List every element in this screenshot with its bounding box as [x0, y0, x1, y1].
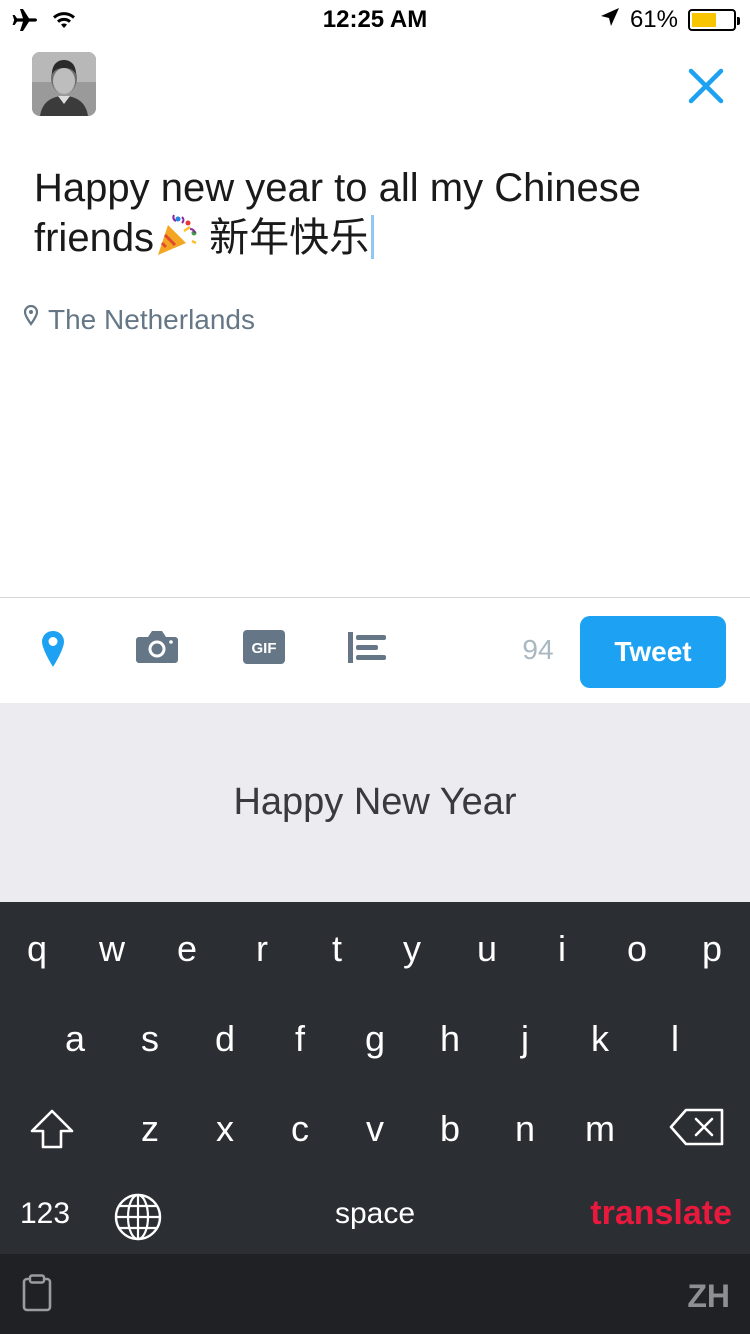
key-t[interactable]: t: [307, 927, 367, 971]
camera-icon[interactable]: [135, 629, 179, 670]
key-s[interactable]: s: [120, 1017, 180, 1061]
numbers-key[interactable]: 123: [20, 1197, 70, 1231]
character-count: 94: [522, 634, 554, 665]
translate-key[interactable]: translate: [590, 1194, 732, 1233]
keyboard-bottom-bar: ZH: [0, 1254, 750, 1334]
tweet-text-chinese: 新年快乐: [198, 216, 370, 260]
gif-label: GIF: [252, 640, 277, 657]
globe-icon: [114, 1193, 162, 1241]
keyboard: q w e r t y u i o p a s d f g h j k l z …: [0, 902, 750, 1254]
close-button[interactable]: [682, 62, 730, 110]
compose-toolbar: GIF 94 Tweet: [0, 597, 750, 703]
key-d[interactable]: d: [195, 1017, 255, 1061]
key-g[interactable]: g: [345, 1017, 405, 1061]
key-y[interactable]: y: [382, 927, 442, 971]
key-j[interactable]: j: [495, 1017, 555, 1061]
language-label[interactable]: ZH: [687, 1278, 730, 1315]
tweet-button[interactable]: Tweet: [580, 616, 726, 688]
text-cursor: [371, 215, 375, 259]
close-icon: [688, 68, 724, 104]
location-label: The Netherlands: [48, 304, 256, 335]
key-v[interactable]: v: [345, 1107, 405, 1151]
key-z[interactable]: z: [120, 1107, 180, 1151]
key-a[interactable]: a: [45, 1017, 105, 1061]
key-p[interactable]: p: [682, 927, 742, 971]
suggestion-item[interactable]: Happy New Year: [0, 781, 750, 824]
keyboard-suggestion-bar: Happy New Year: [0, 703, 750, 902]
poll-icon[interactable]: [346, 629, 390, 670]
status-right: 61%: [600, 6, 740, 34]
key-n[interactable]: n: [495, 1107, 555, 1151]
tweet-text-line-2: friends 新年快乐: [34, 213, 714, 269]
battery-cap: [737, 17, 740, 25]
key-u[interactable]: u: [457, 927, 517, 971]
key-b[interactable]: b: [420, 1107, 480, 1151]
tweet-text-word: friends: [34, 216, 155, 260]
key-o[interactable]: o: [607, 927, 667, 971]
key-f[interactable]: f: [270, 1017, 330, 1061]
key-e[interactable]: e: [157, 927, 217, 971]
key-w[interactable]: w: [82, 927, 142, 971]
location-tag[interactable]: The Netherlands: [23, 304, 256, 336]
gif-icon[interactable]: GIF: [242, 629, 286, 670]
status-bar: 12:25 AM 61%: [0, 0, 750, 40]
shift-icon: [30, 1109, 74, 1149]
shift-key[interactable]: [22, 1107, 82, 1161]
user-avatar[interactable]: [32, 52, 96, 116]
globe-key[interactable]: [113, 1192, 163, 1247]
party-popper-emoji: [154, 213, 198, 269]
key-x[interactable]: x: [195, 1107, 255, 1151]
battery-icon: [688, 9, 740, 31]
location-pin-small-icon: [23, 304, 39, 336]
key-r[interactable]: r: [232, 927, 292, 971]
key-l[interactable]: l: [645, 1017, 705, 1061]
battery-percent: 61%: [629, 6, 678, 33]
key-q[interactable]: q: [7, 927, 67, 971]
backspace-key[interactable]: [666, 1107, 728, 1157]
location-pin-icon[interactable]: [40, 629, 66, 674]
location-arrow-icon: [600, 6, 620, 34]
tweet-text-line-1: Happy new year to all my Chinese: [34, 166, 641, 210]
key-i[interactable]: i: [532, 927, 592, 971]
key-k[interactable]: k: [570, 1017, 630, 1061]
space-key[interactable]: space: [300, 1197, 450, 1231]
tweet-text-area[interactable]: Happy new year to all my Chinese friends…: [34, 163, 714, 269]
clipboard-icon[interactable]: [22, 1274, 52, 1317]
backspace-icon: [669, 1108, 724, 1146]
battery-level: [692, 13, 717, 27]
key-m[interactable]: m: [570, 1107, 630, 1151]
key-c[interactable]: c: [270, 1107, 330, 1151]
key-h[interactable]: h: [420, 1017, 480, 1061]
